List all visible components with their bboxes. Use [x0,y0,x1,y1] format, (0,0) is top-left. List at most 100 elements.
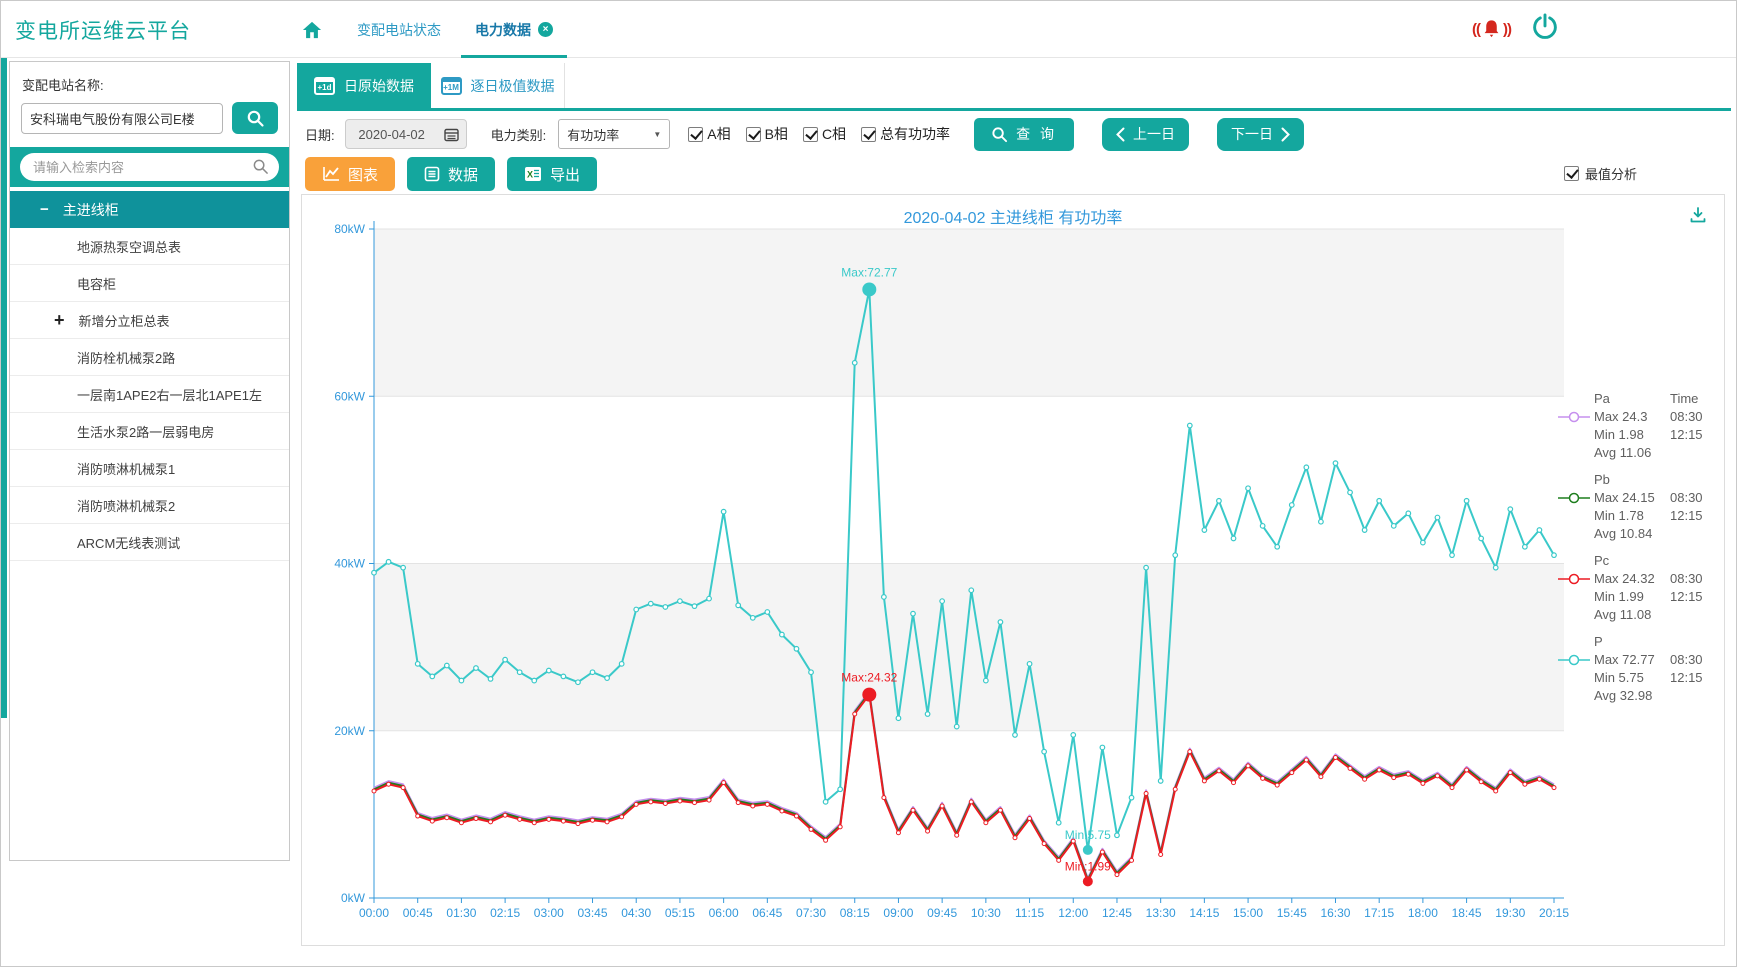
legend-stat-time: 12:15 [1670,669,1720,687]
checkbox-label: A相 [707,124,730,144]
expand-icon[interactable]: + [54,310,65,331]
legend-entry: PbMax 24.1508:30Min 1.7812:15Avg 10.84 [1558,471,1722,543]
svg-text:17:15: 17:15 [1364,906,1394,920]
tree-item-label: 消防喷淋机械泵2 [77,496,175,515]
extreme-analysis-checkbox[interactable] [1564,166,1579,181]
tree-item[interactable]: + 新增分立柜总表 [10,302,289,339]
tree-item[interactable]: 一层南1APE2右一层北1APE1左 [10,376,289,413]
tab-power-data[interactable]: 电力数据 × [475,1,553,58]
svg-text:12:00: 12:00 [1058,906,1088,920]
tab-station-status[interactable]: 变配电站状态 [357,1,441,58]
legend-stat: Avg 11.08 [1594,606,1670,624]
tree-item-label: ARCM无线表测试 [77,533,180,552]
tree-item[interactable]: 电容柜 [10,265,289,302]
station-search-button[interactable] [232,102,278,134]
svg-text:00:00: 00:00 [359,906,389,920]
svg-text:09:45: 09:45 [927,906,957,920]
calendar-icon[interactable] [438,120,466,148]
search-icon[interactable] [252,158,269,180]
svg-text:40kW: 40kW [334,557,365,571]
svg-text:15:00: 15:00 [1233,906,1263,920]
tree-item[interactable]: −主进线柜 [10,191,289,228]
close-tab-icon[interactable]: × [538,22,553,37]
power-icon[interactable] [1531,13,1559,46]
tree-item-label: 电容柜 [77,274,116,293]
checkbox[interactable] [861,127,876,142]
svg-text:06:45: 06:45 [752,906,782,920]
query-button[interactable]: 查 询 [974,118,1074,151]
legend-stat: Max 24.3 [1594,408,1670,426]
svg-text:X: X [527,170,533,180]
legend-series-name: Pb [1594,471,1670,489]
tree-item[interactable]: 消防栓机械泵2路 [10,339,289,376]
legend-stat-time: 12:15 [1670,426,1720,444]
legend-entry: PMax 72.7708:30Min 5.7512:15Avg 32.98 [1558,633,1722,705]
export-button[interactable]: X 导出 [507,157,597,191]
tree-item-label: 新增分立柜总表 [79,311,170,330]
checkbox-item[interactable]: C相 [803,124,846,144]
chevron-down-icon: ▼ [653,130,661,139]
svg-text:80kW: 80kW [334,222,365,236]
subtab-daily-raw-data[interactable]: +1d 日原始数据 [297,63,431,108]
filter-toolbar: 日期: 2020-04-02 电力类别: 有功功率 ▼ A相B相C相总有功功率 … [305,118,1304,150]
extreme-analysis-toggle[interactable]: 最值分析 [1564,164,1637,183]
svg-text:04:30: 04:30 [621,906,651,920]
tree-item[interactable]: 地源热泵空调总表 [10,228,289,265]
svg-text:14:15: 14:15 [1189,906,1219,920]
legend-stat-time: 12:15 [1670,507,1720,525]
tree-item[interactable]: 消防喷淋机械泵2 [10,487,289,524]
device-tree: −主进线柜地源热泵空调总表电容柜+新增分立柜总表消防栓机械泵2路一层南1APE2… [10,191,289,561]
data-view-button[interactable]: 数据 [407,157,495,191]
date-picker[interactable]: 2020-04-02 [345,119,467,149]
checkbox-item[interactable]: B相 [746,124,788,144]
previous-day-button[interactable]: 上一日 [1102,118,1189,151]
subtab-daily-extremes[interactable]: +1M 逐日极值数据 [431,63,565,108]
checkbox[interactable] [688,127,703,142]
checkbox[interactable] [746,127,761,142]
legend-stat: Max 72.77 [1594,651,1670,669]
tree-item-label: 消防栓机械泵2路 [77,348,175,367]
legend-stat-time: 12:15 [1670,588,1720,606]
svg-text:05:15: 05:15 [665,906,695,920]
svg-text:Min:5.75: Min:5.75 [1065,828,1111,842]
checkbox-item[interactable]: 总有功功率 [861,124,950,144]
checkbox[interactable] [803,127,818,142]
header-icons: (()) [1472,1,1559,58]
tree-item[interactable]: 消防喷淋机械泵1 [10,450,289,487]
svg-text:0kW: 0kW [341,891,366,905]
legend-stat-time: 08:30 [1670,489,1720,507]
svg-text:12:45: 12:45 [1102,906,1132,920]
svg-text:00:45: 00:45 [403,906,433,920]
legend-entry: PcMax 24.3208:30Min 1.9912:15Avg 11.08 [1558,552,1722,624]
tree-item-label: 一层南1APE2右一层北1APE1左 [77,385,262,404]
tree-item-label: 主进线柜 [63,200,119,220]
checkbox-item[interactable]: A相 [688,124,730,144]
line-chart-icon [322,166,340,182]
calendar-1m-icon: +1M [441,77,462,95]
data-subtabs: +1d 日原始数据 +1M 逐日极值数据 [297,63,1731,111]
chevron-left-icon [1116,127,1125,142]
legend-stat: Max 24.32 [1594,570,1670,588]
svg-text:Min:1.99: Min:1.99 [1065,859,1111,873]
svg-text:10:30: 10:30 [971,906,1001,920]
app-title: 变电所运维云平台 [15,15,191,45]
svg-text:60kW: 60kW [334,389,365,403]
tree-search-input[interactable] [20,153,279,181]
power-category-select[interactable]: 有功功率 ▼ [558,119,670,149]
top-nav: 变配电站状态 电力数据 × [301,1,553,58]
svg-text:19:30: 19:30 [1495,906,1525,920]
alarm-bell-icon[interactable]: (()) [1472,17,1511,42]
tree-item[interactable]: 生活水泵2路一层弱电房 [10,413,289,450]
power-category-label: 电力类别: [491,125,547,144]
chart-panel: 2020-04-02 主进线柜 有功功率 0kW20kW40kW60kW80kW… [301,194,1725,946]
home-icon[interactable] [301,20,323,40]
header: 变电所运维云平台 变配电站状态 电力数据 × (()) [1,1,1736,58]
search-icon [246,109,265,128]
collapse-icon[interactable]: − [40,201,49,218]
next-day-button[interactable]: 下一日 [1217,118,1304,151]
chart-view-button[interactable]: 图表 [305,157,395,191]
legend-stat: Max 24.15 [1594,489,1670,507]
station-name-input[interactable] [21,103,223,134]
tree-item[interactable]: ARCM无线表测试 [10,524,289,561]
legend-marker-icon [1558,573,1590,585]
